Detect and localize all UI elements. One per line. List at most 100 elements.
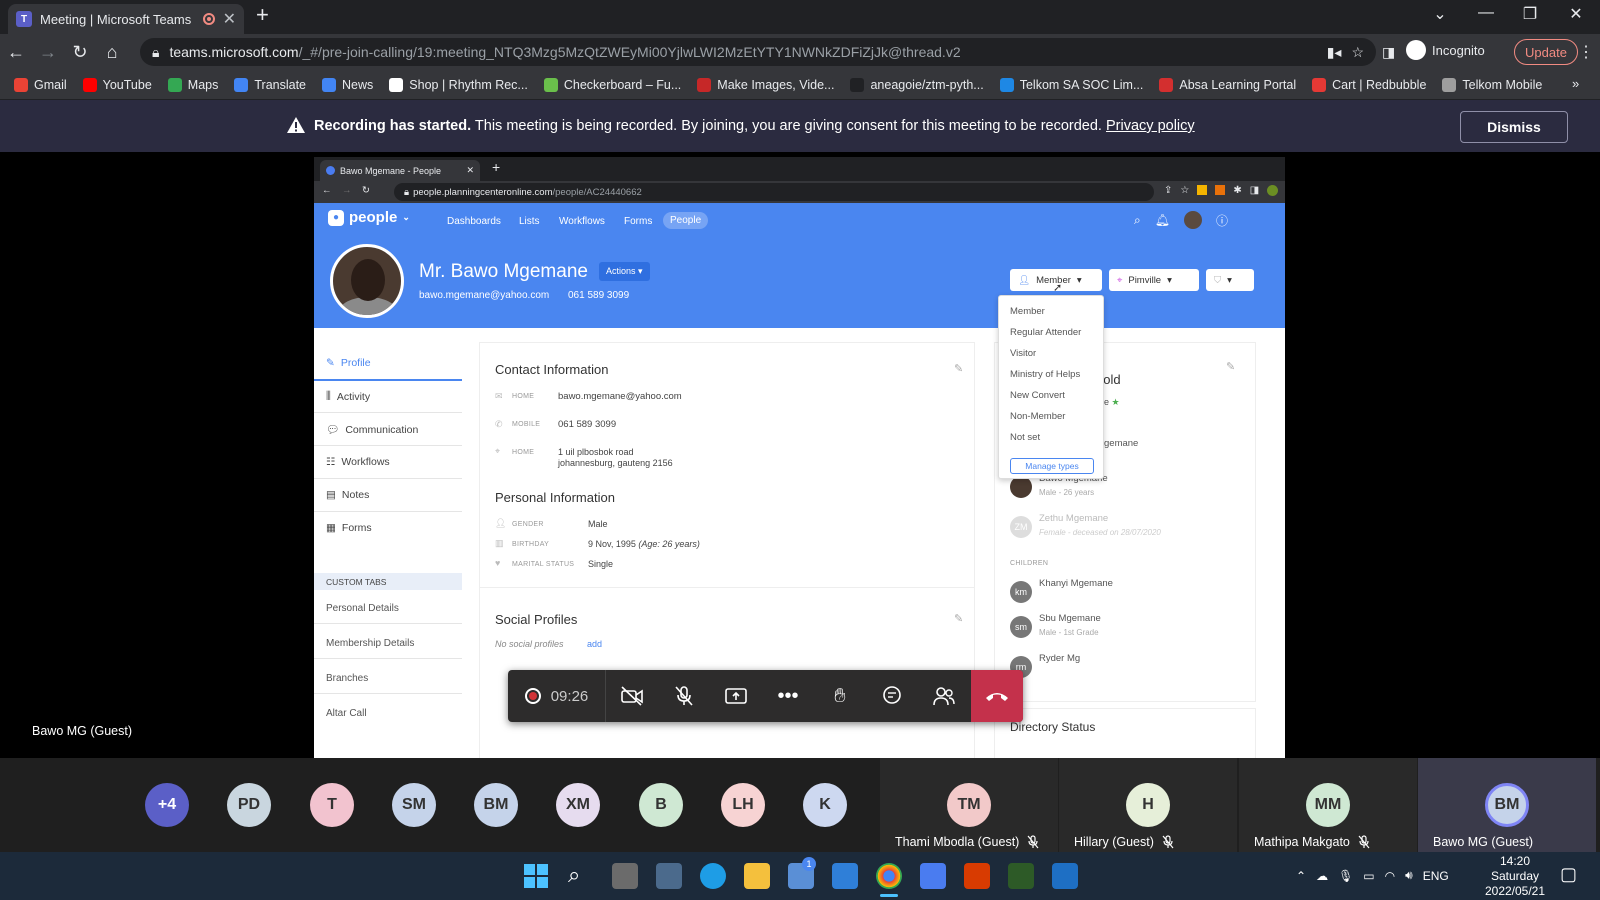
- bookmark-item[interactable]: Gmail: [14, 77, 67, 92]
- overflow-participants-button[interactable]: +4: [145, 783, 189, 827]
- new-tab-button[interactable]: +: [256, 2, 269, 28]
- participant-avatar[interactable]: T: [310, 783, 354, 827]
- edge-icon[interactable]: [700, 863, 726, 889]
- bookmark-item[interactable]: News: [322, 77, 373, 92]
- participant-avatar: BM: [1485, 783, 1529, 827]
- mic-off-button[interactable]: [658, 670, 710, 722]
- divider: [314, 623, 462, 624]
- wifi-icon[interactable]: ◠: [1385, 869, 1395, 883]
- bookmarks-overflow-icon[interactable]: »: [1572, 76, 1579, 91]
- close-window-button[interactable]: ✕: [1556, 4, 1596, 24]
- more-menu-icon[interactable]: ⋮: [1578, 42, 1594, 62]
- share-screen-button[interactable]: [710, 670, 762, 722]
- bookmark-item[interactable]: Translate: [234, 77, 306, 92]
- bookmark-item[interactable]: Telkom SA SOC Lim...: [999, 77, 1143, 92]
- restore-button[interactable]: ❐: [1510, 4, 1550, 24]
- user-avatar-icon: [1183, 211, 1202, 229]
- tab-search-icon[interactable]: ⌄: [1420, 4, 1460, 24]
- bookmark-item[interactable]: YouTube: [82, 77, 152, 92]
- windows-start-icon[interactable]: [524, 864, 548, 888]
- person-icon: 👤︎: [1018, 274, 1031, 286]
- hang-up-button[interactable]: [971, 670, 1023, 722]
- person-email: bawo.mgemane@yahoo.com: [419, 290, 550, 301]
- minimize-button[interactable]: —: [1466, 4, 1506, 22]
- task-view-icon[interactable]: [612, 863, 638, 889]
- bookmark-item[interactable]: Telkom Mobile: [1442, 77, 1542, 92]
- browser-tab[interactable]: T Meeting | Microsoft Teams ✕: [8, 4, 244, 34]
- bookmark-item[interactable]: Cart | Redbubble: [1312, 77, 1426, 92]
- bookmark-item[interactable]: Make Images, Vide...: [697, 77, 834, 92]
- volume-icon[interactable]: 🔊︎: [1405, 868, 1413, 883]
- people-logo-icon: ●: [328, 209, 344, 226]
- participants-button[interactable]: [918, 670, 970, 722]
- participant-name: Bawo MG (Guest): [1433, 835, 1533, 849]
- bookmark-item[interactable]: Absa Learning Portal: [1159, 77, 1296, 92]
- nvidia-icon[interactable]: [1008, 863, 1034, 889]
- address-bar[interactable]: 🔒︎ teams.microsoft.com/_#/pre-join-calli…: [140, 38, 1376, 66]
- actions-button: Actions ▾: [599, 262, 650, 281]
- dropdown-option: Ministry of Helps: [1010, 369, 1081, 380]
- incognito-indicator[interactable]: Incognito: [1406, 40, 1485, 60]
- member-avatar: [1010, 476, 1032, 498]
- bookmark-item[interactable]: Shop | Rhythm Rec...: [389, 77, 528, 92]
- profile-photo: [330, 244, 404, 318]
- bookmark-item[interactable]: aneagoie/ztm-pyth...: [850, 77, 984, 92]
- dropdown-option: Visitor: [1010, 348, 1037, 359]
- chrome-icon[interactable]: [876, 863, 902, 889]
- search-icon[interactable]: ⌕: [568, 862, 580, 888]
- incognito-icon: [1406, 40, 1426, 60]
- privacy-policy-link[interactable]: Privacy policy: [1106, 118, 1195, 134]
- cloud-icon[interactable]: ☁: [1316, 869, 1328, 883]
- notifications-icon[interactable]: ▢: [1560, 864, 1577, 885]
- dropdown-option: New Convert: [1010, 390, 1065, 401]
- chevron-down-icon: ⌄: [402, 212, 410, 222]
- sidepanel-icon: ◨: [1249, 185, 1260, 196]
- back-icon[interactable]: ←: [0, 42, 32, 63]
- reload-icon[interactable]: ↻: [64, 42, 96, 63]
- mic-off-icon: [675, 686, 693, 706]
- office-icon[interactable]: [964, 863, 990, 889]
- camera-off-button[interactable]: [606, 670, 658, 722]
- dismiss-button[interactable]: Dismiss: [1460, 111, 1568, 143]
- media-player-icon[interactable]: [1052, 863, 1078, 889]
- camera-blocked-icon[interactable]: ▮◂: [1327, 44, 1342, 61]
- participant-avatar[interactable]: B: [639, 783, 683, 827]
- child-name: Ryder Mg: [1039, 653, 1081, 664]
- sidebar-label: Profile: [340, 357, 371, 369]
- mic-icon[interactable]: 🎙︎: [1338, 869, 1353, 883]
- social-profiles-title: Social Profiles: [495, 612, 578, 627]
- tab-title: Meeting | Microsoft Teams: [40, 11, 192, 27]
- bookmark-favicon-icon: [543, 77, 558, 92]
- participant-avatar[interactable]: BM: [474, 783, 518, 827]
- chevron-up-icon[interactable]: ⌃: [1296, 869, 1306, 883]
- update-button[interactable]: Update: [1514, 39, 1578, 65]
- participant-name: Hillary (Guest): [1074, 835, 1174, 849]
- battery-icon[interactable]: ▭: [1363, 869, 1374, 883]
- participant-avatar[interactable]: XM: [556, 783, 600, 827]
- shared-back-icon: ←: [322, 185, 332, 196]
- shared-close-tab-icon: ✕: [466, 165, 474, 175]
- more-actions-button[interactable]: •••: [762, 670, 814, 722]
- widgets-icon[interactable]: [656, 863, 682, 889]
- personal-info-title: Personal Information: [495, 490, 615, 505]
- taskbar-clock[interactable]: 14:20 Saturday 2022/05/21: [1470, 852, 1560, 899]
- side-panel-icon[interactable]: ◨: [1382, 44, 1395, 61]
- chat-button[interactable]: [866, 670, 918, 722]
- location-pin-icon: ⌖: [1117, 274, 1123, 286]
- participant-avatar[interactable]: K: [803, 783, 847, 827]
- home-icon[interactable]: ⌂: [96, 42, 128, 63]
- nav-lists: Lists: [519, 216, 540, 227]
- participant-avatar[interactable]: LH: [721, 783, 765, 827]
- participant-avatar[interactable]: PD: [227, 783, 271, 827]
- bookmark-item[interactable]: Checkerboard – Fu...: [543, 77, 681, 92]
- raise-hand-button[interactable]: ✋︎: [814, 670, 866, 722]
- bookmark-item[interactable]: Maps: [167, 77, 218, 92]
- forward-icon[interactable]: →: [32, 42, 64, 63]
- bookmark-star-icon[interactable]: ☆: [1351, 44, 1364, 61]
- mail-icon[interactable]: [832, 863, 858, 889]
- language-indicator[interactable]: ENG: [1423, 869, 1449, 883]
- participant-avatar[interactable]: SM: [392, 783, 436, 827]
- zoom-icon[interactable]: [920, 863, 946, 889]
- close-tab-icon[interactable]: ✕: [223, 9, 236, 29]
- file-explorer-icon[interactable]: [744, 863, 770, 889]
